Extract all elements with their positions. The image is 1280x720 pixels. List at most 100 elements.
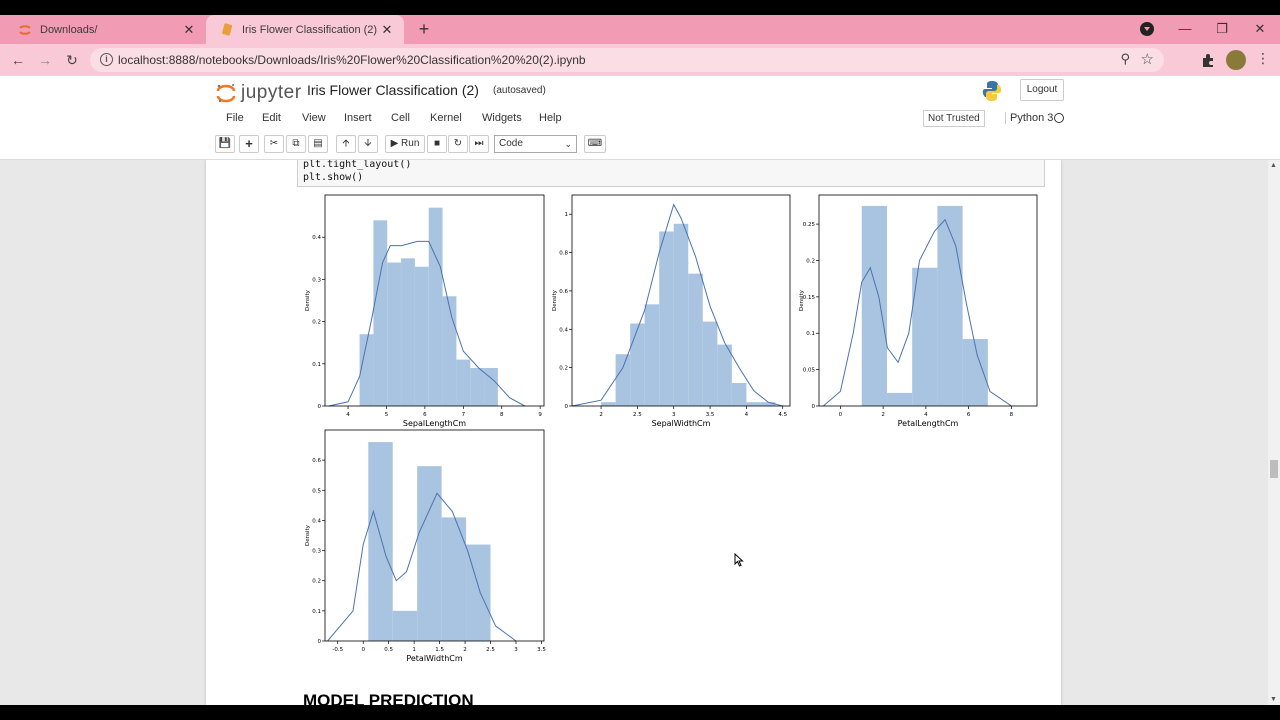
menu-widgets[interactable]: Widgets bbox=[482, 112, 522, 124]
y-tick-label: 0.4 bbox=[559, 327, 568, 333]
back-icon[interactable]: ← bbox=[8, 50, 28, 70]
kernel-name: Python 3 bbox=[1005, 112, 1053, 124]
run-button[interactable]: ▶ Run bbox=[385, 135, 425, 153]
x-tick-label: 0 bbox=[839, 412, 843, 418]
jupyter-wordmark: jupyter bbox=[241, 82, 302, 103]
x-tick-label: 2.5 bbox=[633, 412, 642, 418]
restart-icon[interactable]: ↻ bbox=[448, 135, 468, 153]
histogram-bar bbox=[731, 382, 747, 406]
histogram-bar bbox=[392, 610, 418, 641]
tab-close-icon[interactable]: ✕ bbox=[180, 22, 198, 38]
histogram-bar bbox=[470, 368, 485, 406]
browser-menu-icon[interactable]: ⋮ bbox=[1256, 50, 1270, 67]
x-tick-label: 0.5 bbox=[384, 647, 393, 653]
jupyter-logo[interactable]: jupyter bbox=[215, 82, 302, 104]
y-tick-label: 0.5 bbox=[312, 488, 321, 494]
trust-status-button[interactable]: Not Trusted bbox=[923, 110, 985, 127]
menu-insert[interactable]: Insert bbox=[344, 112, 372, 124]
y-axis-label: Density bbox=[799, 289, 805, 311]
y-tick-label: 0.2 bbox=[559, 366, 568, 372]
minimize-button[interactable]: — bbox=[1166, 15, 1204, 44]
move-up-icon[interactable]: 🡩 bbox=[336, 135, 356, 153]
scrollbar-thumb[interactable] bbox=[1270, 460, 1278, 478]
cut-icon[interactable]: ✂ bbox=[264, 135, 284, 153]
x-tick-label: 0 bbox=[361, 647, 365, 653]
url-text[interactable]: localhost:8888/notebooks/Downloads/Iris%… bbox=[118, 53, 586, 67]
search-icon[interactable]: ⚲ bbox=[1120, 51, 1130, 67]
y-tick-label: 0.6 bbox=[312, 458, 321, 464]
y-tick-label: 0.8 bbox=[559, 251, 568, 257]
tab-notebook[interactable]: Iris Flower Classification (2) - Jupy ✕ bbox=[206, 15, 404, 44]
y-tick-label: 0.3 bbox=[312, 277, 321, 283]
menu-edit[interactable]: Edit bbox=[262, 112, 281, 124]
section-heading: MODEL PREDICTION bbox=[303, 691, 474, 705]
histogram-bar bbox=[428, 207, 443, 406]
tab-close-icon[interactable]: ✕ bbox=[378, 22, 396, 38]
autosave-status: (autosaved) bbox=[493, 85, 546, 96]
forward-icon[interactable]: → bbox=[35, 50, 55, 70]
menu-help[interactable]: Help bbox=[539, 112, 562, 124]
menu-kernel[interactable]: Kernel bbox=[430, 112, 462, 124]
tab-strip: Downloads/ ✕ Iris Flower Classification … bbox=[0, 15, 1280, 44]
logout-button[interactable]: Logout bbox=[1020, 79, 1064, 101]
save-icon[interactable]: 💾 bbox=[215, 135, 235, 153]
x-axis-label: PetalWidthCm bbox=[406, 654, 463, 663]
y-tick-label: 1 bbox=[565, 212, 569, 218]
media-control-icon[interactable] bbox=[1140, 22, 1154, 36]
y-tick-label: 0.1 bbox=[312, 609, 321, 615]
close-window-button[interactable]: ✕ bbox=[1241, 15, 1279, 44]
y-tick-label: 0.3 bbox=[312, 549, 321, 555]
restore-button[interactable]: ❐ bbox=[1203, 15, 1241, 44]
copy-icon[interactable]: ⧉ bbox=[286, 135, 306, 153]
mouse-cursor-icon bbox=[734, 553, 744, 567]
x-tick-label: 3 bbox=[514, 647, 518, 653]
bookmark-star-icon[interactable]: ☆ bbox=[1141, 50, 1154, 68]
histogram-bar bbox=[373, 220, 388, 406]
menu-view[interactable]: View bbox=[302, 112, 326, 124]
histogram-bar bbox=[760, 402, 776, 406]
site-info-icon[interactable]: i bbox=[100, 53, 113, 66]
extensions-icon[interactable] bbox=[1200, 52, 1216, 68]
address-bar[interactable]: i localhost:8888/notebooks/Downloads/Iri… bbox=[90, 48, 1164, 72]
notebook-page: plt.tight_layout() plt.show() 4 5 6 7 8 9 0 0.1… bbox=[206, 160, 1061, 705]
reload-icon[interactable]: ↻ bbox=[62, 50, 82, 70]
x-tick-label: 3.5 bbox=[537, 647, 546, 653]
x-tick-label: -0.5 bbox=[332, 647, 343, 653]
keyboard-icon[interactable]: ⌨ bbox=[584, 135, 606, 153]
histogram-bar bbox=[442, 296, 457, 406]
menu-cell[interactable]: Cell bbox=[391, 112, 410, 124]
page-scrollbar[interactable]: ▲ ▼ bbox=[1268, 160, 1280, 705]
x-axis-label: SepalWidthCm bbox=[652, 419, 711, 428]
menu-file[interactable]: File bbox=[226, 112, 244, 124]
histogram-bar bbox=[702, 321, 718, 406]
x-axis-label: PetalLengthCm bbox=[898, 419, 959, 428]
x-tick-label: 2.5 bbox=[486, 647, 495, 653]
y-tick-label: 0.2 bbox=[312, 579, 321, 585]
y-tick-label: 0.25 bbox=[803, 222, 816, 228]
profile-avatar[interactable] bbox=[1226, 50, 1246, 70]
y-axis-label: Density bbox=[552, 289, 558, 311]
move-down-icon[interactable]: 🡫 bbox=[358, 135, 378, 153]
kernel-idle-indicator-icon bbox=[1054, 113, 1064, 123]
jupyter-favicon-icon bbox=[18, 23, 32, 37]
stop-icon[interactable]: ■ bbox=[427, 135, 447, 153]
tab-downloads[interactable]: Downloads/ ✕ bbox=[4, 15, 206, 44]
python-logo-icon bbox=[981, 80, 1003, 107]
paste-icon[interactable]: ▤ bbox=[308, 135, 328, 153]
tab-title: Iris Flower Classification (2) - Jupy bbox=[242, 23, 378, 36]
histogram-bar bbox=[417, 466, 442, 641]
y-axis-label: Density bbox=[305, 289, 311, 311]
histogram-bar bbox=[962, 339, 988, 406]
histogram-bar bbox=[861, 205, 887, 406]
add-cell-icon[interactable]: + bbox=[239, 135, 259, 153]
y-tick-label: 0.6 bbox=[559, 289, 568, 295]
scroll-down-icon[interactable]: ▼ bbox=[1270, 696, 1277, 703]
restart-run-all-icon[interactable]: ⏭ bbox=[469, 135, 489, 153]
histogram-bar bbox=[673, 223, 689, 406]
cell-type-select[interactable]: Code ⌄ bbox=[494, 135, 577, 153]
y-tick-label: 0 bbox=[812, 404, 816, 410]
y-tick-label: 0 bbox=[565, 404, 569, 410]
scroll-up-icon[interactable]: ▲ bbox=[1270, 162, 1277, 169]
new-tab-button[interactable]: + bbox=[414, 19, 434, 39]
notebook-name[interactable]: Iris Flower Classification (2) bbox=[307, 82, 479, 98]
